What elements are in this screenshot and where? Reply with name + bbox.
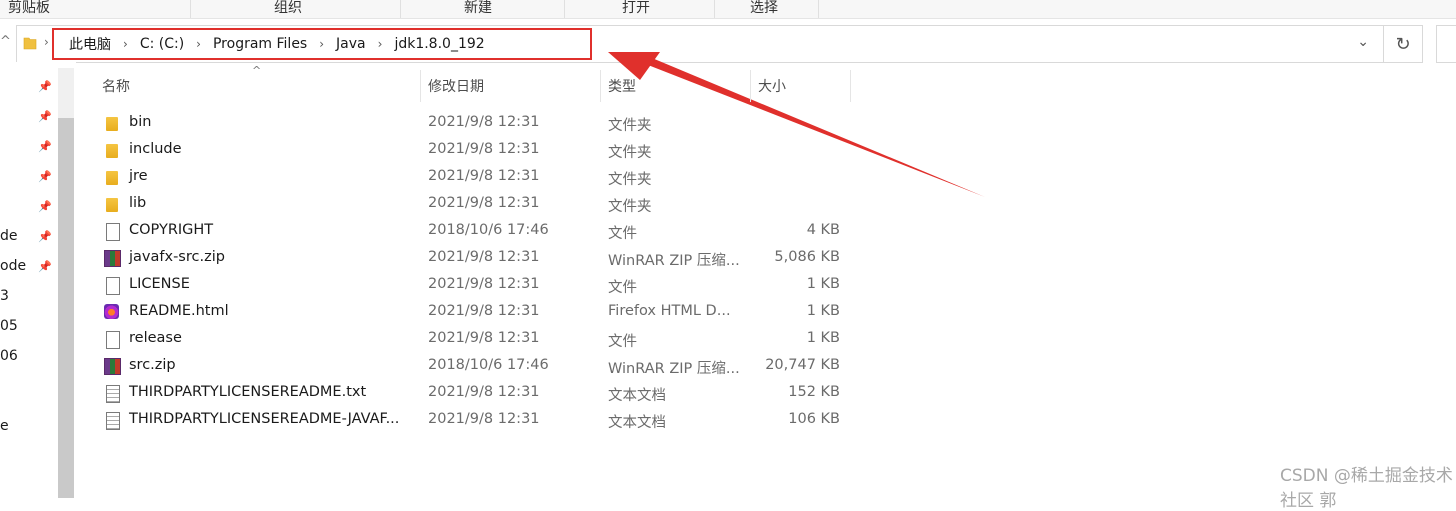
folder-icon bbox=[106, 144, 118, 158]
file-size: 4 KB bbox=[806, 222, 840, 238]
pin-icon[interactable]: 📌 bbox=[38, 200, 52, 213]
sort-ascending-icon: ^ bbox=[252, 64, 262, 77]
file-type: 文件夹 bbox=[608, 199, 652, 215]
column-divider[interactable] bbox=[420, 70, 421, 102]
file-type: 文件 bbox=[608, 226, 637, 242]
file-row[interactable]: THIRDPARTYLICENSEREADME.txt 2021/9/8 12:… bbox=[100, 380, 860, 407]
file-date: 2018/10/6 17:46 bbox=[428, 357, 549, 373]
column-header-name-label: 名称 bbox=[102, 79, 130, 95]
file-name: lib bbox=[129, 195, 147, 211]
pin-icon[interactable]: 📌 bbox=[38, 140, 52, 153]
file-type: 文件 bbox=[608, 334, 637, 350]
file-row[interactable]: javafx-src.zip 2021/9/8 12:31 WinRAR ZIP… bbox=[100, 245, 860, 272]
file-row[interactable]: COPYRIGHT 2018/10/6 17:46 文件 4 KB bbox=[100, 218, 860, 245]
pin-icon[interactable]: 📌 bbox=[38, 260, 52, 273]
file-row[interactable]: include 2021/9/8 12:31 文件夹 bbox=[100, 137, 860, 164]
pin-icon[interactable]: 📌 bbox=[38, 80, 52, 93]
file-name: javafx-src.zip bbox=[129, 249, 225, 265]
folder-icon bbox=[106, 117, 118, 131]
winrar-zip-icon bbox=[104, 250, 121, 267]
column-header-size[interactable]: 大小 bbox=[758, 70, 786, 102]
file-name: release bbox=[129, 330, 182, 346]
file-date: 2021/9/8 12:31 bbox=[428, 168, 540, 184]
nav-item[interactable]: 06 bbox=[0, 348, 18, 364]
file-row[interactable]: LICENSE 2021/9/8 12:31 文件 1 KB bbox=[100, 272, 860, 299]
pin-icon[interactable]: 📌 bbox=[38, 110, 52, 123]
file-type: 文件夹 bbox=[608, 172, 652, 188]
folder-icon bbox=[106, 171, 118, 185]
file-date: 2021/9/8 12:31 bbox=[428, 249, 540, 265]
nav-item[interactable]: 3 bbox=[0, 288, 9, 304]
column-header-type-label: 类型 bbox=[608, 79, 636, 95]
file-date: 2021/9/8 12:31 bbox=[428, 195, 540, 211]
file-date: 2021/9/8 12:31 bbox=[428, 114, 540, 130]
file-size: 1 KB bbox=[806, 276, 840, 292]
file-icon bbox=[106, 277, 120, 295]
pin-icon[interactable]: 📌 bbox=[38, 170, 52, 183]
file-date: 2021/9/8 12:31 bbox=[428, 303, 540, 319]
column-header-type[interactable]: 类型 bbox=[608, 70, 636, 102]
column-header-date-label: 修改日期 bbox=[428, 79, 484, 95]
file-name: src.zip bbox=[129, 357, 176, 373]
column-divider[interactable] bbox=[600, 70, 601, 102]
nav-item[interactable]: 05 bbox=[0, 318, 18, 334]
pin-icon[interactable]: 📌 bbox=[38, 230, 52, 243]
watermark: CSDN @稀土掘金技术社区 郭 bbox=[1280, 466, 1453, 511]
file-type: Firefox HTML D... bbox=[608, 303, 731, 319]
file-row[interactable]: release 2021/9/8 12:31 文件 1 KB bbox=[100, 326, 860, 353]
firefox-html-icon bbox=[104, 304, 119, 319]
file-type: 文件夹 bbox=[608, 118, 652, 134]
file-size: 152 KB bbox=[788, 384, 840, 400]
file-row[interactable]: README.html 2021/9/8 12:31 Firefox HTML … bbox=[100, 299, 860, 326]
column-header-name[interactable]: 名称 bbox=[102, 70, 130, 102]
file-row[interactable]: THIRDPARTYLICENSEREADME-JAVAF... 2021/9/… bbox=[100, 407, 860, 434]
file-type: WinRAR ZIP 压缩... bbox=[608, 361, 740, 377]
file-date: 2018/10/6 17:46 bbox=[428, 222, 549, 238]
file-type: 文件夹 bbox=[608, 145, 652, 161]
column-header-size-label: 大小 bbox=[758, 79, 786, 95]
file-row[interactable]: bin 2021/9/8 12:31 文件夹 bbox=[100, 110, 860, 137]
column-divider[interactable] bbox=[850, 70, 851, 102]
file-size: 20,747 KB bbox=[765, 357, 840, 373]
column-divider[interactable] bbox=[750, 70, 751, 102]
file-row[interactable]: src.zip 2018/10/6 17:46 WinRAR ZIP 压缩...… bbox=[100, 353, 860, 380]
file-type: 文件 bbox=[608, 280, 637, 296]
text-document-icon bbox=[106, 385, 120, 403]
file-date: 2021/9/8 12:31 bbox=[428, 330, 540, 346]
file-name: README.html bbox=[129, 303, 229, 319]
file-type: WinRAR ZIP 压缩... bbox=[608, 253, 740, 269]
file-row[interactable]: lib 2021/9/8 12:31 文件夹 bbox=[100, 191, 860, 218]
nav-item[interactable]: ode bbox=[0, 258, 26, 274]
file-name: THIRDPARTYLICENSEREADME-JAVAF... bbox=[129, 411, 400, 427]
file-size: 1 KB bbox=[806, 303, 840, 319]
text-document-icon bbox=[106, 412, 120, 430]
file-name: COPYRIGHT bbox=[129, 222, 214, 238]
nav-item[interactable]: de bbox=[0, 228, 18, 244]
file-row[interactable]: jre 2021/9/8 12:31 文件夹 bbox=[100, 164, 860, 191]
file-date: 2021/9/8 12:31 bbox=[428, 411, 540, 427]
file-type: 文本文档 bbox=[608, 388, 666, 404]
file-name: LICENSE bbox=[129, 276, 190, 292]
file-icon bbox=[106, 331, 120, 349]
file-size: 5,086 KB bbox=[774, 249, 840, 265]
nav-item[interactable]: e bbox=[0, 418, 9, 434]
winrar-zip-icon bbox=[104, 358, 121, 375]
file-name: jre bbox=[129, 168, 148, 184]
file-name: include bbox=[129, 141, 182, 157]
folder-icon bbox=[106, 198, 118, 212]
column-header-date[interactable]: 修改日期 bbox=[428, 70, 484, 102]
file-icon bbox=[106, 223, 120, 241]
nav-scrollbar-thumb[interactable] bbox=[58, 118, 74, 498]
file-type: 文本文档 bbox=[608, 415, 666, 431]
file-size: 1 KB bbox=[806, 330, 840, 346]
file-name: THIRDPARTYLICENSEREADME.txt bbox=[129, 384, 367, 400]
file-size: 106 KB bbox=[788, 411, 840, 427]
file-name: bin bbox=[129, 114, 152, 130]
file-date: 2021/9/8 12:31 bbox=[428, 276, 540, 292]
file-date: 2021/9/8 12:31 bbox=[428, 141, 540, 157]
file-date: 2021/9/8 12:31 bbox=[428, 384, 540, 400]
